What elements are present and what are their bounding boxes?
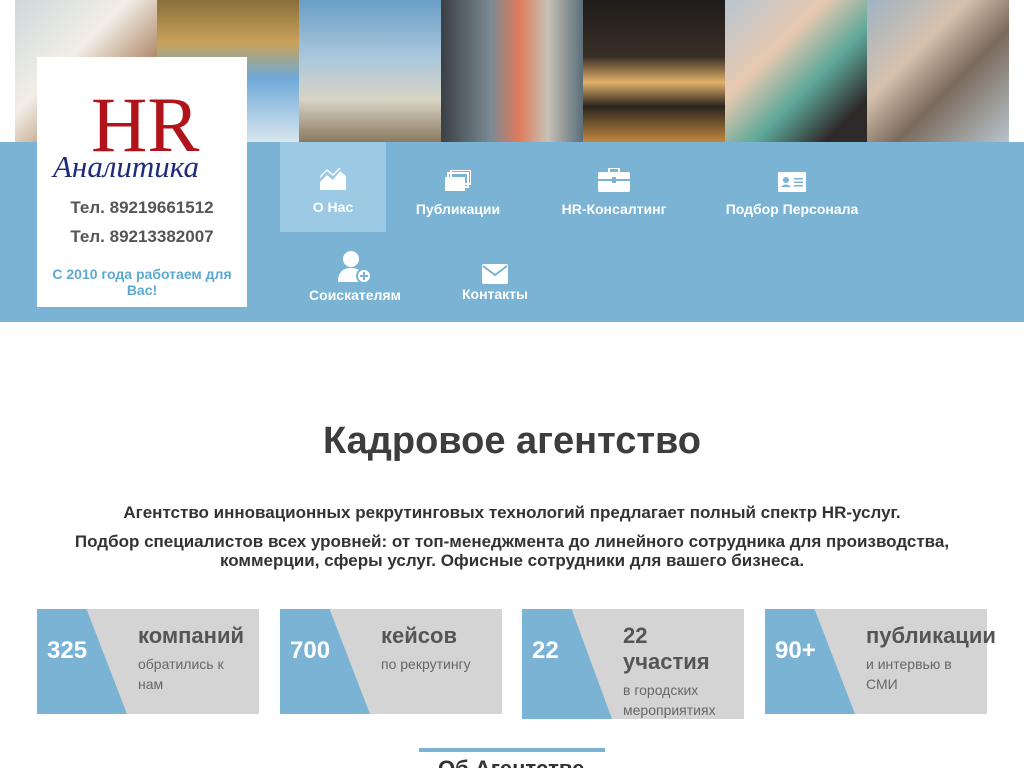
stat-text: и интервью в СМИ — [866, 656, 952, 692]
stat-number: 90+ — [775, 637, 816, 664]
briefcase-icon — [598, 168, 630, 192]
nav-label: Подбор Персонала — [725, 201, 859, 217]
nav-label: HR-Консалтинг — [561, 201, 667, 217]
stat-number: 325 — [47, 637, 88, 664]
stat-title-prefix: 22 — [623, 623, 648, 648]
hr-analitika-logo[interactable]: HR Аналитика — [47, 73, 239, 183]
nav-item-contacts[interactable]: Контакты — [460, 250, 530, 302]
stat-title: компаний — [138, 623, 245, 648]
id-card-icon — [778, 172, 806, 192]
interview-photo — [441, 0, 583, 142]
about-heading: Об Агентстве — [438, 756, 598, 768]
gate-photo — [299, 0, 441, 142]
stat-card-events: 22 22 участия в городских мероприятиях — [522, 609, 744, 719]
nav-item-about[interactable]: О Нас — [280, 142, 386, 232]
chart-icon — [320, 167, 346, 190]
phone-1: Тел. 89219661512 — [70, 198, 214, 217]
stat-title: кейсов — [381, 623, 457, 648]
nav-label: Контакты — [461, 286, 528, 302]
stat-card-companies: 325 компаний обратились к нам — [37, 609, 259, 714]
nav-label: О Нас — [312, 198, 354, 215]
layers-icon — [445, 170, 471, 191]
logo-word: Аналитика — [51, 149, 199, 183]
envelope-icon — [482, 264, 508, 284]
stat-title: публикации — [866, 623, 996, 648]
stat-title: участия — [623, 649, 710, 674]
nav-label: Публикации — [415, 201, 501, 217]
stat-text: обратились к нам — [138, 656, 224, 692]
since-2010-text: С 2010 года работаем для Вас! — [52, 266, 232, 298]
selfie-photo — [725, 0, 867, 142]
section-divider — [419, 748, 605, 752]
night-palace-photo — [583, 0, 725, 142]
embankment-photo — [867, 0, 1009, 142]
stat-card-publications: 90+ публикации и интервью в СМИ — [765, 609, 996, 714]
nav-item-hr-consulting[interactable]: HR-Консалтинг — [560, 162, 668, 217]
stat-number: 22 — [532, 637, 559, 664]
page-title: Кадровое агентство — [322, 420, 702, 462]
intro-paragraph: Агентство инновационных рекрутинговых те… — [123, 503, 901, 522]
phone-2: Тел. 89213382007 — [70, 227, 214, 246]
stat-text: в городских мероприятиях — [623, 682, 716, 718]
nav-item-publications[interactable]: Публикации — [410, 162, 506, 217]
services-paragraph: Подбор специалистов всех уровней: от топ… — [74, 532, 950, 570]
stat-text: по рекрутингу — [381, 656, 471, 672]
stat-number: 700 — [290, 637, 331, 664]
logo-card: HR Аналитика Тел. 89219661512 Тел. 89213… — [37, 57, 247, 307]
stat-card-cases: 700 кейсов по рекрутингу — [280, 609, 502, 714]
nav-item-recruitment[interactable]: Подбор Персонала — [726, 162, 858, 217]
nav-label: Соискателям — [309, 287, 401, 303]
add-user-icon — [338, 251, 372, 284]
nav-item-candidates[interactable]: Соискателям — [308, 248, 402, 303]
